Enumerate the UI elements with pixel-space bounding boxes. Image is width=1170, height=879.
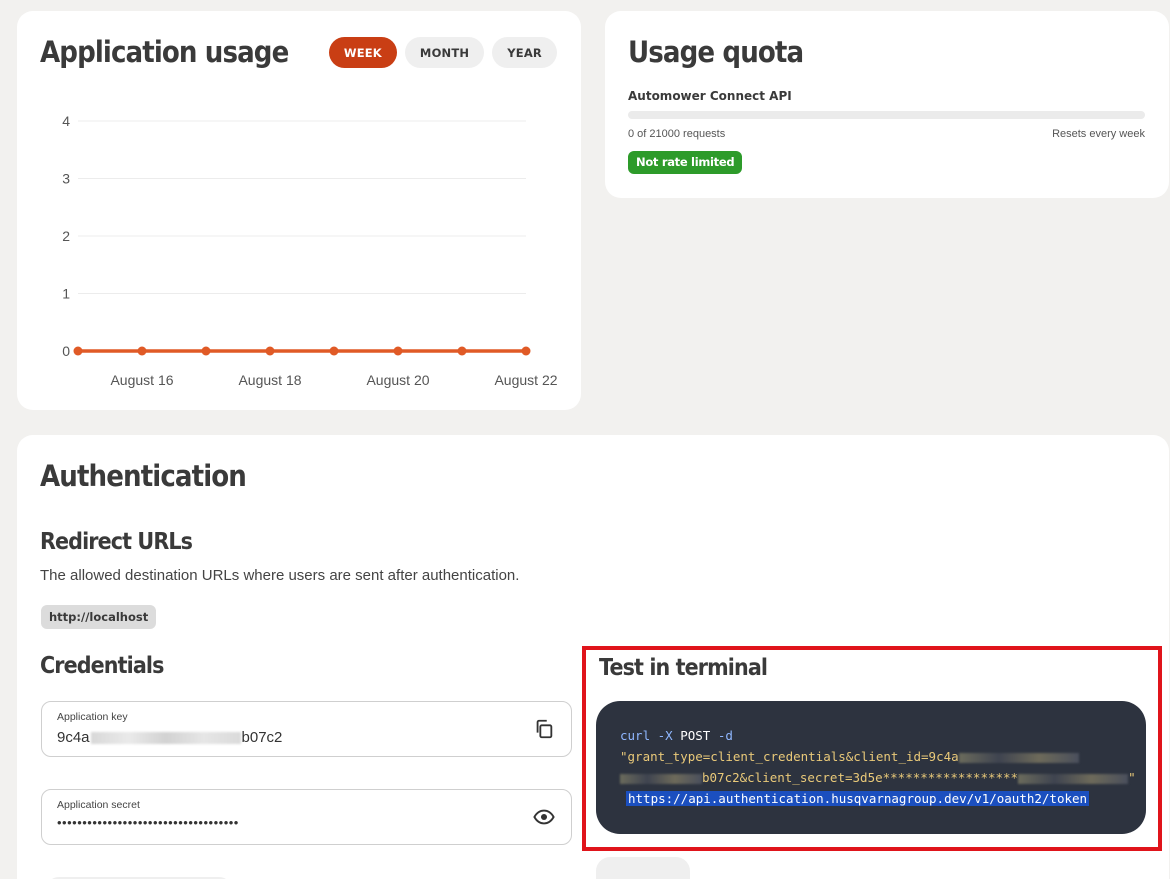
usage-title: Application usage — [40, 35, 289, 69]
tab-month[interactable]: MONTH — [404, 37, 485, 68]
quota-count: 0 of 21000 requests — [628, 128, 726, 140]
application-usage-card: Application usage WEEK MONTH YEAR 0 1 2 3 4 A… — [17, 11, 581, 410]
application-secret-value: •••••••••••••••••••••••••••••••••••• — [57, 815, 239, 830]
authentication-card: Authentication Redirect URLs The allowed… — [17, 435, 1169, 879]
x-tick-label: August 22 — [494, 372, 557, 388]
data-point — [73, 346, 83, 356]
data-point — [393, 346, 403, 356]
auth-title: Authentication — [40, 459, 247, 493]
redirect-urls-description: The allowed destination URLs where users… — [40, 567, 520, 584]
quota-progress-bar — [628, 111, 1145, 119]
copy-icon[interactable] — [533, 718, 555, 740]
data-point — [521, 346, 531, 356]
terminal-quote: " — [1128, 770, 1136, 785]
y-tick-label: 3 — [62, 171, 70, 187]
redirect-urls-title: Redirect URLs — [40, 529, 193, 555]
application-secret-label: Application secret — [57, 799, 140, 811]
data-point — [265, 346, 275, 356]
terminal-flag-x: -X — [657, 728, 673, 743]
terminal-method: POST — [680, 728, 711, 743]
key-redacted — [90, 732, 241, 745]
usage-line-chart: 0 1 2 3 4 August 16 August 18 August 20 August 2… — [62, 113, 558, 388]
terminal-code-block[interactable]: curl -X POST -d "grant_type=client_crede… — [596, 701, 1146, 834]
rate-limit-badge: Not rate limited — [628, 151, 743, 174]
y-tick-label: 1 — [62, 286, 70, 302]
tab-year[interactable]: YEAR — [492, 37, 557, 68]
terminal-url: https://api.authentication.husqvarnagrou… — [626, 791, 1090, 806]
quota-title: Usage quota — [628, 35, 804, 69]
key-suffix: b07c2 — [241, 729, 283, 746]
terminal-line-2: "grant_type=client_credentials&client_id… — [620, 746, 1146, 767]
range-tabs: WEEK MONTH YEAR — [328, 37, 557, 68]
application-key-value: 9c4a b07c2 — [57, 729, 282, 746]
terminal-line-4: https://api.authentication.husqvarnagrou… — [620, 788, 1146, 809]
quota-reset: Resets every week — [1052, 128, 1145, 140]
terminal-flag-d: -d — [717, 728, 733, 743]
data-point — [457, 346, 467, 356]
terminal-secret: b07c2&client_secret=3d5e****************… — [702, 770, 1019, 785]
terminal-line-3: b07c2&client_secret=3d5e****************… — [620, 767, 1146, 788]
terminal-redacted-2 — [620, 773, 702, 784]
terminal-redacted-1 — [958, 752, 1079, 763]
terminal-redacted-3 — [1018, 773, 1129, 784]
x-tick-label: August 20 — [366, 372, 429, 388]
data-point — [201, 346, 211, 356]
terminal-title: Test in terminal — [599, 655, 768, 681]
application-key-field[interactable]: Application key 9c4a b07c2 — [41, 701, 572, 757]
data-point — [329, 346, 339, 356]
x-tick-label: August 18 — [238, 372, 301, 388]
terminal-grant: "grant_type=client_credentials&client_id… — [620, 749, 959, 764]
eye-icon[interactable] — [533, 806, 555, 828]
test-in-terminal-highlight: Test in terminal curl -X POST -d "grant_… — [582, 646, 1162, 851]
application-secret-field[interactable]: Application secret •••••••••••••••••••••… — [41, 789, 572, 845]
terminal-cmd: curl — [620, 728, 651, 743]
usage-quota-card: Usage quota Automower Connect API 0 of 2… — [605, 11, 1169, 198]
key-prefix: 9c4a — [57, 729, 90, 746]
quota-api-name: Automower Connect API — [628, 89, 792, 103]
y-tick-label: 4 — [62, 113, 70, 129]
data-point — [137, 346, 147, 356]
credentials-title: Credentials — [40, 653, 164, 679]
redirect-url-chip[interactable]: http://localhost — [41, 605, 157, 629]
y-tick-label: 0 — [62, 343, 70, 359]
copy-code-button[interactable]: COPY CODE — [596, 857, 690, 879]
tab-week[interactable]: WEEK — [328, 37, 397, 68]
y-tick-label: 2 — [62, 228, 70, 244]
terminal-line-1: curl -X POST -d — [620, 725, 1146, 746]
x-tick-label: August 16 — [110, 372, 173, 388]
application-key-label: Application key — [57, 711, 128, 723]
